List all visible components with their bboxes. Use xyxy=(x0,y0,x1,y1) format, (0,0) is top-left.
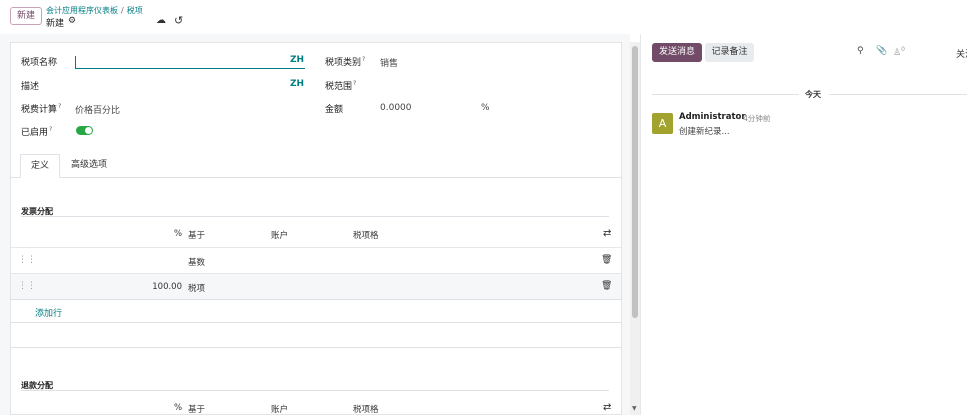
notebook-tabs: 定义 高级选项 xyxy=(10,154,622,178)
message-body: 创建新纪录... xyxy=(679,127,730,137)
col-tax-grids[interactable]: 税项格 xyxy=(353,403,379,415)
breadcrumb-separator: / xyxy=(121,6,124,15)
search-icon[interactable]: ⚲ xyxy=(857,46,864,56)
gear-icon[interactable]: ⚙ xyxy=(68,16,76,26)
tax-type-label: 税项类别? xyxy=(325,56,366,68)
row-based-on[interactable]: 税项 xyxy=(188,282,205,294)
chatter-panel xyxy=(640,34,967,415)
divider xyxy=(11,347,621,348)
drag-handle-icon[interactable]: ⋮⋮ xyxy=(18,255,36,265)
form-sheet xyxy=(10,42,622,415)
tax-type-value[interactable]: 销售 xyxy=(380,56,398,69)
control-panel: 新建 会计应用程序仪表板 / 税项 新建 ⚙ ☁ ↺ xyxy=(0,0,967,34)
tax-name-input[interactable] xyxy=(75,56,305,69)
tax-scope-label: 税范围? xyxy=(325,80,357,92)
followers-count: 0 xyxy=(901,46,905,53)
message-author[interactable]: Administrator xyxy=(679,112,746,122)
divider xyxy=(652,94,799,95)
name-lang-badge[interactable]: ZH xyxy=(290,55,304,65)
drag-handle-icon[interactable]: ⋮⋮ xyxy=(18,281,36,291)
trash-icon[interactable]: 🗑 xyxy=(601,255,612,265)
divider xyxy=(829,94,967,95)
add-line-link[interactable]: 添加行 xyxy=(35,306,62,319)
tab-definition[interactable]: 定义 xyxy=(20,154,60,178)
col-based-on[interactable]: 基于 xyxy=(188,229,205,241)
optional-columns-icon[interactable]: ⇄ xyxy=(603,402,611,413)
description-lang-badge[interactable]: ZH xyxy=(290,79,304,89)
divider xyxy=(21,216,609,217)
col-based-on[interactable]: 基于 xyxy=(188,403,205,415)
row-based-on[interactable]: 基数 xyxy=(188,256,205,268)
help-icon: ? xyxy=(58,103,62,110)
col-percent[interactable]: % xyxy=(174,403,182,413)
breadcrumb-current[interactable]: 税项 xyxy=(127,6,143,15)
optional-columns-icon[interactable]: ⇄ xyxy=(603,228,611,239)
active-toggle[interactable] xyxy=(76,126,93,135)
discard-undo-icon[interactable]: ↺ xyxy=(174,14,183,27)
table-row[interactable]: ⋮⋮ 基数 🗑 xyxy=(11,247,621,273)
log-note-button[interactable]: 记录备注 xyxy=(705,43,754,62)
help-icon: ? xyxy=(49,126,53,133)
col-tax-grids[interactable]: 税项格 xyxy=(353,229,379,241)
help-icon: ? xyxy=(362,56,366,63)
trash-icon[interactable]: 🗑 xyxy=(601,281,612,291)
amount-unit: % xyxy=(481,103,490,113)
avatar[interactable]: A xyxy=(652,113,673,134)
scrollbar-thumb[interactable] xyxy=(632,46,638,318)
divider xyxy=(11,322,621,323)
computation-value[interactable]: 价格百分比 xyxy=(75,103,120,116)
breadcrumb: 会计应用程序仪表板 / 税项 xyxy=(46,5,143,16)
divider xyxy=(11,299,621,300)
message-time: - 4分钟前 xyxy=(738,114,771,123)
help-icon: ? xyxy=(353,80,357,87)
save-cloud-icon[interactable]: ☁ xyxy=(156,15,166,26)
col-account[interactable]: 账户 xyxy=(271,403,288,415)
computation-label: 税费计算? xyxy=(21,103,62,115)
new-button[interactable]: 新建 xyxy=(10,7,42,25)
today-separator: 今天 xyxy=(805,90,821,99)
col-percent[interactable]: % xyxy=(174,229,182,239)
scroll-down-arrow-icon[interactable]: ▼ xyxy=(632,405,637,412)
col-account[interactable]: 账户 xyxy=(271,229,288,241)
table-row[interactable]: ⋮⋮ 100.00 税项 🗑 xyxy=(11,273,621,299)
breadcrumb-parent[interactable]: 会计应用程序仪表板 xyxy=(46,6,118,15)
record-title: 新建 xyxy=(46,19,65,29)
send-message-button[interactable]: 发送消息 xyxy=(652,43,702,62)
divider xyxy=(21,390,609,391)
tab-advanced-options[interactable]: 高级选项 xyxy=(60,154,118,178)
follow-button[interactable]: 关注 xyxy=(956,47,967,60)
followers-icon[interactable]: ♙0 xyxy=(893,46,905,58)
active-label: 已启用? xyxy=(21,126,53,138)
amount-label: 金额 xyxy=(325,105,344,115)
paperclip-icon[interactable]: 📎 xyxy=(876,46,887,56)
description-label: 描述 xyxy=(21,82,40,92)
amount-value[interactable]: 0.0000 xyxy=(380,103,412,113)
name-label: 税项名称 xyxy=(21,58,58,68)
row-percent[interactable]: 100.00 xyxy=(151,282,182,292)
